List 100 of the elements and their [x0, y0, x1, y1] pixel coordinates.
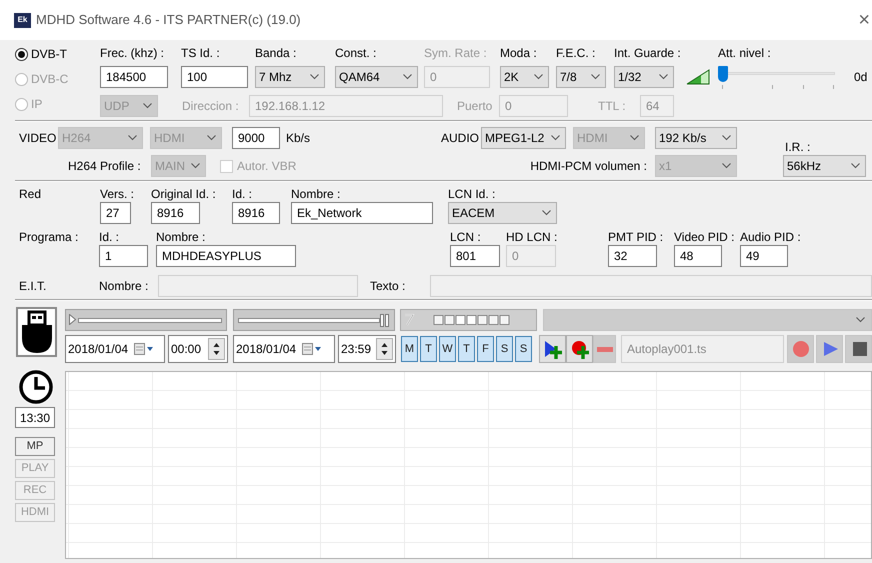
- field-label: Frec. (khz) :: [100, 45, 166, 62]
- chevron-icon: [551, 135, 560, 141]
- field-label: AUDIO: [441, 130, 480, 147]
- day-toggle[interactable]: S: [496, 336, 513, 362]
- clock-time: 13:30: [15, 407, 55, 428]
- date-picker[interactable]: 2018/01/04: [65, 335, 165, 363]
- field-label: Banda :: [255, 45, 298, 62]
- add-button[interactable]: [566, 335, 593, 363]
- field-label: Original Id. :: [151, 186, 217, 203]
- chevron-icon: [856, 317, 865, 323]
- spin-button[interactable]: [208, 338, 225, 360]
- text-field[interactable]: 32: [608, 245, 657, 267]
- field-label: TS Id. :: [181, 45, 221, 62]
- day-toggle[interactable]: T: [420, 336, 437, 362]
- field-label: Nombre :: [99, 278, 150, 295]
- field-label: Programa :: [19, 229, 80, 246]
- dropdown[interactable]: 7 Mhz: [255, 66, 325, 88]
- dropdown[interactable]: MPEG1-L2: [481, 127, 566, 149]
- text-field[interactable]: 100: [181, 66, 248, 88]
- day-toggle[interactable]: W: [439, 336, 456, 362]
- field-label: F.E.C. :: [556, 45, 596, 62]
- slider-thumb[interactable]: [718, 66, 728, 82]
- chevron-icon: [722, 163, 731, 169]
- day-toggle[interactable]: T: [458, 336, 475, 362]
- chevron-icon: [310, 74, 319, 80]
- field-label: Sym. Rate :: [424, 45, 488, 62]
- text-field[interactable]: 48: [674, 245, 722, 267]
- field-label: I.R. :: [784, 139, 812, 155]
- spin-button[interactable]: [376, 338, 393, 360]
- text-field[interactable]: Ek_Network: [291, 202, 433, 224]
- chevron-icon: [722, 135, 731, 141]
- pause-handle-icon[interactable]: [380, 314, 389, 327]
- mode-button[interactable]: MP: [15, 437, 55, 456]
- text-field[interactable]: 49: [740, 245, 788, 267]
- usb-button[interactable]: [16, 307, 57, 357]
- stop-button[interactable]: [845, 335, 872, 363]
- chevron-icon: [128, 135, 137, 141]
- spinner-icon: [381, 342, 388, 356]
- time-field[interactable]: 00:00: [168, 335, 228, 363]
- text-field[interactable]: 184500: [100, 66, 168, 88]
- dropdown[interactable]: 1/32: [614, 66, 674, 88]
- dropdown[interactable]: 192 Kb/s: [655, 127, 737, 149]
- text-field[interactable]: 1: [99, 245, 148, 267]
- chevron-icon: [207, 135, 216, 141]
- text-field[interactable]: 27: [100, 202, 131, 224]
- day-toggle[interactable]: M: [401, 336, 418, 362]
- field-label: HD LCN :: [506, 229, 558, 246]
- field-label: HDMI-PCM volumen :: [530, 158, 647, 175]
- field-label: Nombre :: [291, 186, 342, 203]
- dropdown[interactable]: QAM64: [335, 66, 418, 88]
- text-field[interactable]: 8916: [232, 202, 280, 224]
- text-field[interactable]: 801: [450, 245, 500, 267]
- chevron-icon: [851, 163, 860, 169]
- field-label: Texto :: [370, 278, 406, 295]
- field-label: Red: [19, 186, 42, 203]
- clock-icon: [18, 369, 54, 405]
- chevron-icon: [143, 103, 152, 109]
- text-field[interactable]: 8916: [151, 202, 200, 224]
- chevron-icon: [630, 135, 639, 141]
- chevron-icon: [403, 74, 412, 80]
- day-toggle[interactable]: F: [477, 336, 494, 362]
- signal-level-icon: [686, 69, 710, 85]
- field-label: Nombre :: [156, 229, 206, 246]
- calendar-icon: [134, 343, 154, 355]
- day-toggle[interactable]: S: [515, 336, 532, 362]
- field-label: Att. nivel :: [718, 45, 772, 62]
- dropdown[interactable]: EACEM: [448, 202, 557, 224]
- field-label: Const. :: [335, 45, 378, 62]
- field-label: Direccion :: [182, 98, 240, 115]
- text-field[interactable]: 9000: [232, 127, 280, 149]
- attenuation-reading: 0d: [854, 69, 868, 86]
- range-slider[interactable]: [65, 309, 227, 331]
- field-label: Id. :: [99, 229, 120, 246]
- chevron-icon: [534, 74, 543, 80]
- field-label: LCN :: [450, 229, 482, 246]
- record-button[interactable]: [787, 335, 814, 363]
- field-label: Vers. :: [100, 186, 136, 203]
- play-icon[interactable]: [69, 314, 76, 325]
- field-label: Video PID :: [674, 229, 736, 246]
- attenuation-slider[interactable]: [718, 66, 835, 88]
- field-label: LCN Id. :: [448, 186, 496, 203]
- usb-drive-icon: [20, 310, 54, 354]
- add-button[interactable]: [539, 335, 566, 363]
- field-label: E.I.T.: [19, 278, 48, 295]
- time-field[interactable]: 23:59: [338, 335, 396, 363]
- range-slider[interactable]: [233, 309, 395, 331]
- field-label: Int. Guarde :: [614, 45, 682, 62]
- text-field[interactable]: MDHDEASYPLUS: [156, 245, 296, 267]
- dropdown[interactable]: 2K: [500, 66, 549, 88]
- chevron-icon: [191, 163, 200, 169]
- dropdown[interactable]: 56kHz: [783, 155, 866, 177]
- radio-button[interactable]: DVB-T: [15, 44, 100, 64]
- date-picker[interactable]: 2018/01/04: [233, 335, 335, 363]
- field-label: TTL :: [598, 98, 627, 115]
- field-label: PMT PID :: [608, 229, 664, 246]
- play-button[interactable]: [816, 335, 843, 363]
- field-label: Puerto: [457, 98, 494, 115]
- close-button[interactable]: ×: [858, 10, 870, 30]
- dropdown[interactable]: 7/8: [556, 66, 606, 88]
- field-label: Moda :: [500, 45, 538, 62]
